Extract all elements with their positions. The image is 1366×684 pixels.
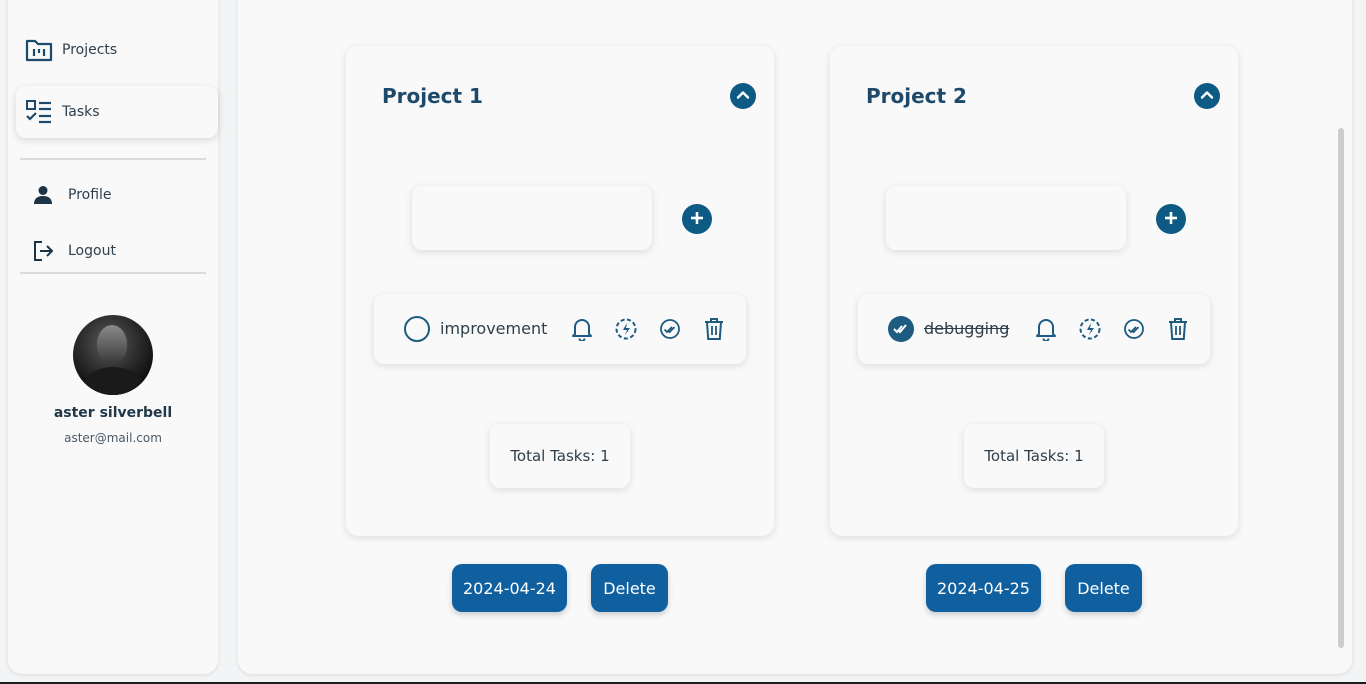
sidebar-item-tasks[interactable]: Tasks [16, 86, 218, 138]
project-title: Project 2 [866, 84, 967, 108]
task-item: improvement [374, 294, 746, 364]
total-tasks: Total Tasks: 1 [490, 424, 630, 488]
plus-icon [1164, 210, 1178, 229]
task-text: debugging [924, 319, 1010, 338]
mark-done-icon[interactable] [1121, 316, 1147, 342]
double-check-icon [893, 320, 909, 339]
tasks-icon [24, 97, 54, 127]
sidebar-item-label: Logout [68, 243, 116, 259]
task-item: debugging [858, 294, 1210, 364]
in-progress-icon[interactable] [613, 316, 639, 342]
add-task-button[interactable] [682, 204, 712, 234]
delete-project-button[interactable]: Delete [1065, 564, 1142, 612]
bell-icon[interactable] [1033, 316, 1059, 342]
bell-icon[interactable] [569, 316, 595, 342]
sidebar-item-label: Tasks [62, 104, 100, 120]
collapse-button[interactable] [730, 83, 756, 109]
avatar [73, 315, 153, 395]
in-progress-icon[interactable] [1077, 316, 1103, 342]
task-text: improvement [440, 319, 548, 338]
task-checkbox[interactable] [404, 316, 430, 342]
add-task-button[interactable] [1156, 204, 1186, 234]
user-email: aster@mail.com [64, 431, 162, 445]
scrollbar[interactable] [1338, 128, 1344, 648]
collapse-button[interactable] [1194, 83, 1220, 109]
person-icon [28, 180, 58, 210]
total-tasks: Total Tasks: 1 [964, 424, 1104, 488]
due-date-button[interactable]: 2024-04-25 [926, 564, 1041, 612]
due-date-button[interactable]: 2024-04-24 [452, 564, 567, 612]
mark-done-icon[interactable] [657, 316, 683, 342]
plus-icon [690, 210, 704, 229]
project-card: Project 2 debugging Total Tasks: 1 [830, 46, 1238, 536]
chevron-up-icon [736, 87, 750, 106]
sidebar-item-profile[interactable]: Profile [24, 175, 210, 215]
sidebar-item-label: Projects [62, 42, 118, 58]
sidebar-item-projects[interactable]: Projects [16, 24, 218, 76]
project-title: Project 1 [382, 84, 483, 108]
task-checkbox-checked[interactable] [888, 316, 914, 342]
sidebar: Projects Tasks Profile Logout aster silv… [8, 0, 218, 674]
trash-icon[interactable] [701, 316, 727, 342]
new-task-input[interactable] [412, 186, 652, 250]
logout-icon [28, 236, 58, 266]
sidebar-divider [20, 158, 206, 160]
sidebar-item-label: Profile [68, 187, 112, 203]
trash-icon[interactable] [1165, 316, 1191, 342]
project-card: Project 1 improvement Total Tasks: 1 [346, 46, 774, 536]
projects-icon [24, 35, 54, 65]
chevron-up-icon [1200, 87, 1214, 106]
new-task-input[interactable] [886, 186, 1126, 250]
sidebar-item-logout[interactable]: Logout [24, 231, 210, 271]
sidebar-divider [20, 272, 206, 274]
user-name: aster silverbell [53, 405, 173, 421]
delete-project-button[interactable]: Delete [591, 564, 668, 612]
